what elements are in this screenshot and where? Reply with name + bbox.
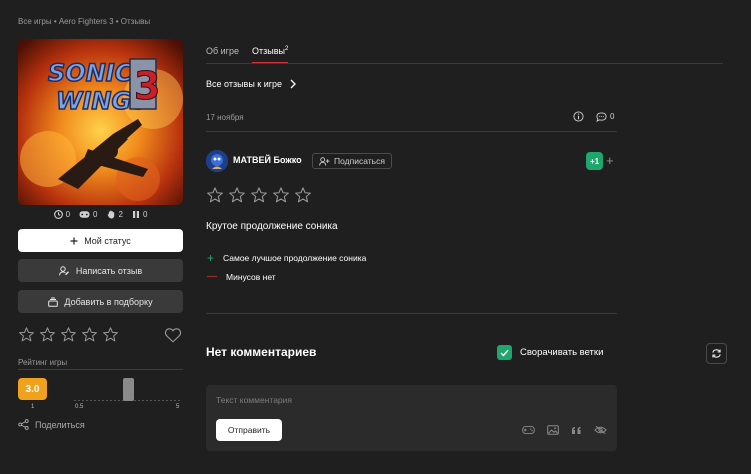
comment-toolbar [522, 425, 607, 435]
star-icon [251, 187, 267, 203]
avatar[interactable] [206, 150, 228, 172]
divider [206, 63, 723, 64]
review-author[interactable]: МАТВЕЙ Божко [233, 155, 302, 165]
divider [206, 313, 617, 314]
write-review-button[interactable]: Написать отзыв [18, 259, 183, 282]
review-rating-stars [206, 186, 312, 204]
image-icon[interactable] [547, 425, 559, 435]
quote-icon[interactable] [571, 426, 582, 435]
spoiler-icon[interactable] [594, 425, 607, 435]
review-title: Крутое продолжение соника [206, 221, 338, 232]
slider-right-tick: 5 [176, 404, 180, 410]
comment-input[interactable] [216, 395, 596, 405]
divider [18, 369, 183, 370]
clock-icon [53, 210, 63, 219]
favorite-button[interactable] [164, 327, 182, 348]
rating-value-badge: 3.0 [18, 378, 47, 400]
star-icon [229, 187, 245, 203]
user-edit-icon [58, 265, 69, 275]
all-reviews-label: Все отзывы к игре [206, 79, 283, 89]
write-review-label: Написать отзыв [75, 265, 143, 276]
comments-heading: Нет комментариев [206, 345, 317, 359]
game-rating-stars[interactable] [18, 326, 119, 343]
all-reviews-link[interactable]: Все отзывы к игре [206, 79, 296, 89]
add-collection-label: Добавить в подборку [64, 296, 153, 307]
check-icon [500, 349, 509, 357]
add-collection-button[interactable]: Добавить в подборку [18, 290, 183, 313]
review-date: 17 ноября [206, 113, 244, 122]
hand-icon [107, 210, 114, 219]
star-icon[interactable] [81, 326, 98, 343]
tab-label: Отзывы [251, 46, 285, 56]
breadcrumb[interactable]: Все игры • Aero Fighters 3 • Отзывы [18, 17, 150, 26]
star-icon [273, 187, 289, 203]
my-status-button[interactable]: Мой статус [18, 229, 183, 252]
subscribe-button[interactable]: Подписаться [312, 153, 392, 169]
con-text: Минусов нет [226, 271, 276, 282]
star-icon[interactable] [18, 326, 35, 343]
chevron-right-icon [290, 79, 296, 89]
comments-count-value: 0 [610, 112, 615, 121]
divider [206, 131, 617, 132]
svg-text:3: 3 [134, 64, 160, 108]
send-button[interactable]: Отправить [216, 419, 282, 441]
refresh-button[interactable] [706, 343, 727, 364]
review-meta: 0 [573, 111, 614, 122]
subscribe-label: Подписаться [334, 156, 385, 166]
heart-icon [164, 328, 182, 343]
svg-text:SONIC: SONIC [48, 59, 133, 87]
review-con: — Минусов нет [207, 271, 276, 282]
rating-slider-knob[interactable] [122, 378, 134, 401]
plus-icon [70, 237, 78, 244]
tab-count: 2 [284, 46, 289, 52]
tab-reviews[interactable]: Отзывы2 [251, 46, 289, 64]
stat-value: 0 [65, 210, 71, 219]
user-plus-icon [319, 156, 330, 165]
tab-label: Об игре [206, 46, 239, 56]
con-sign: — [207, 271, 217, 282]
my-status-label: Мой статус [84, 235, 131, 246]
stat-paused[interactable]: 0 [132, 210, 147, 219]
slider-left-tick: 0.5 [75, 404, 84, 410]
info-icon[interactable] [573, 111, 584, 122]
star-icon [207, 187, 223, 203]
rating-label: Рейтинг игры [18, 358, 68, 367]
share-button[interactable]: Поделиться [18, 419, 85, 430]
stat-value: 0 [93, 210, 98, 219]
game-stats: 0 0 2 0 [18, 210, 183, 219]
stat-value: 0 [142, 210, 148, 219]
collapse-threads-checkbox[interactable]: Сворачивать ветки [497, 345, 603, 360]
stat-played[interactable]: 0 [79, 210, 98, 219]
collapse-label: Сворачивать ветки [520, 347, 604, 358]
star-icon[interactable] [60, 326, 77, 343]
upvote-badge[interactable]: +1 [586, 152, 603, 170]
collection-icon [48, 297, 59, 307]
review-pro: + Самое лучшое продолжение соника [207, 251, 366, 265]
gamepad-icon [79, 211, 90, 218]
upvote-button[interactable]: + [606, 153, 614, 168]
gamepad-icon[interactable] [522, 425, 535, 435]
game-cover-image: SONIC WINGS 3 [18, 39, 183, 205]
comment-icon [596, 111, 607, 122]
share-label: Поделиться [35, 419, 85, 430]
pro-sign: + [207, 251, 215, 265]
star-icon[interactable] [102, 326, 119, 343]
stat-dropped[interactable]: 2 [107, 210, 123, 219]
star-icon[interactable] [39, 326, 56, 343]
comments-count[interactable]: 0 [596, 111, 615, 122]
tabs: Об игре Отзывы2 [206, 46, 289, 64]
stat-value: 2 [118, 210, 123, 219]
share-icon [18, 419, 29, 430]
comment-composer: Отправить [206, 385, 617, 451]
pro-text: Самое лучшое продолжение соника [223, 253, 367, 263]
tab-about[interactable]: Об игре [206, 46, 239, 64]
checkbox[interactable] [497, 345, 512, 360]
stat-playing[interactable]: 0 [53, 210, 71, 219]
star-icon [295, 187, 311, 203]
refresh-icon [712, 349, 721, 358]
pause-icon [132, 211, 139, 218]
rating-min-label: 1 [31, 404, 35, 410]
